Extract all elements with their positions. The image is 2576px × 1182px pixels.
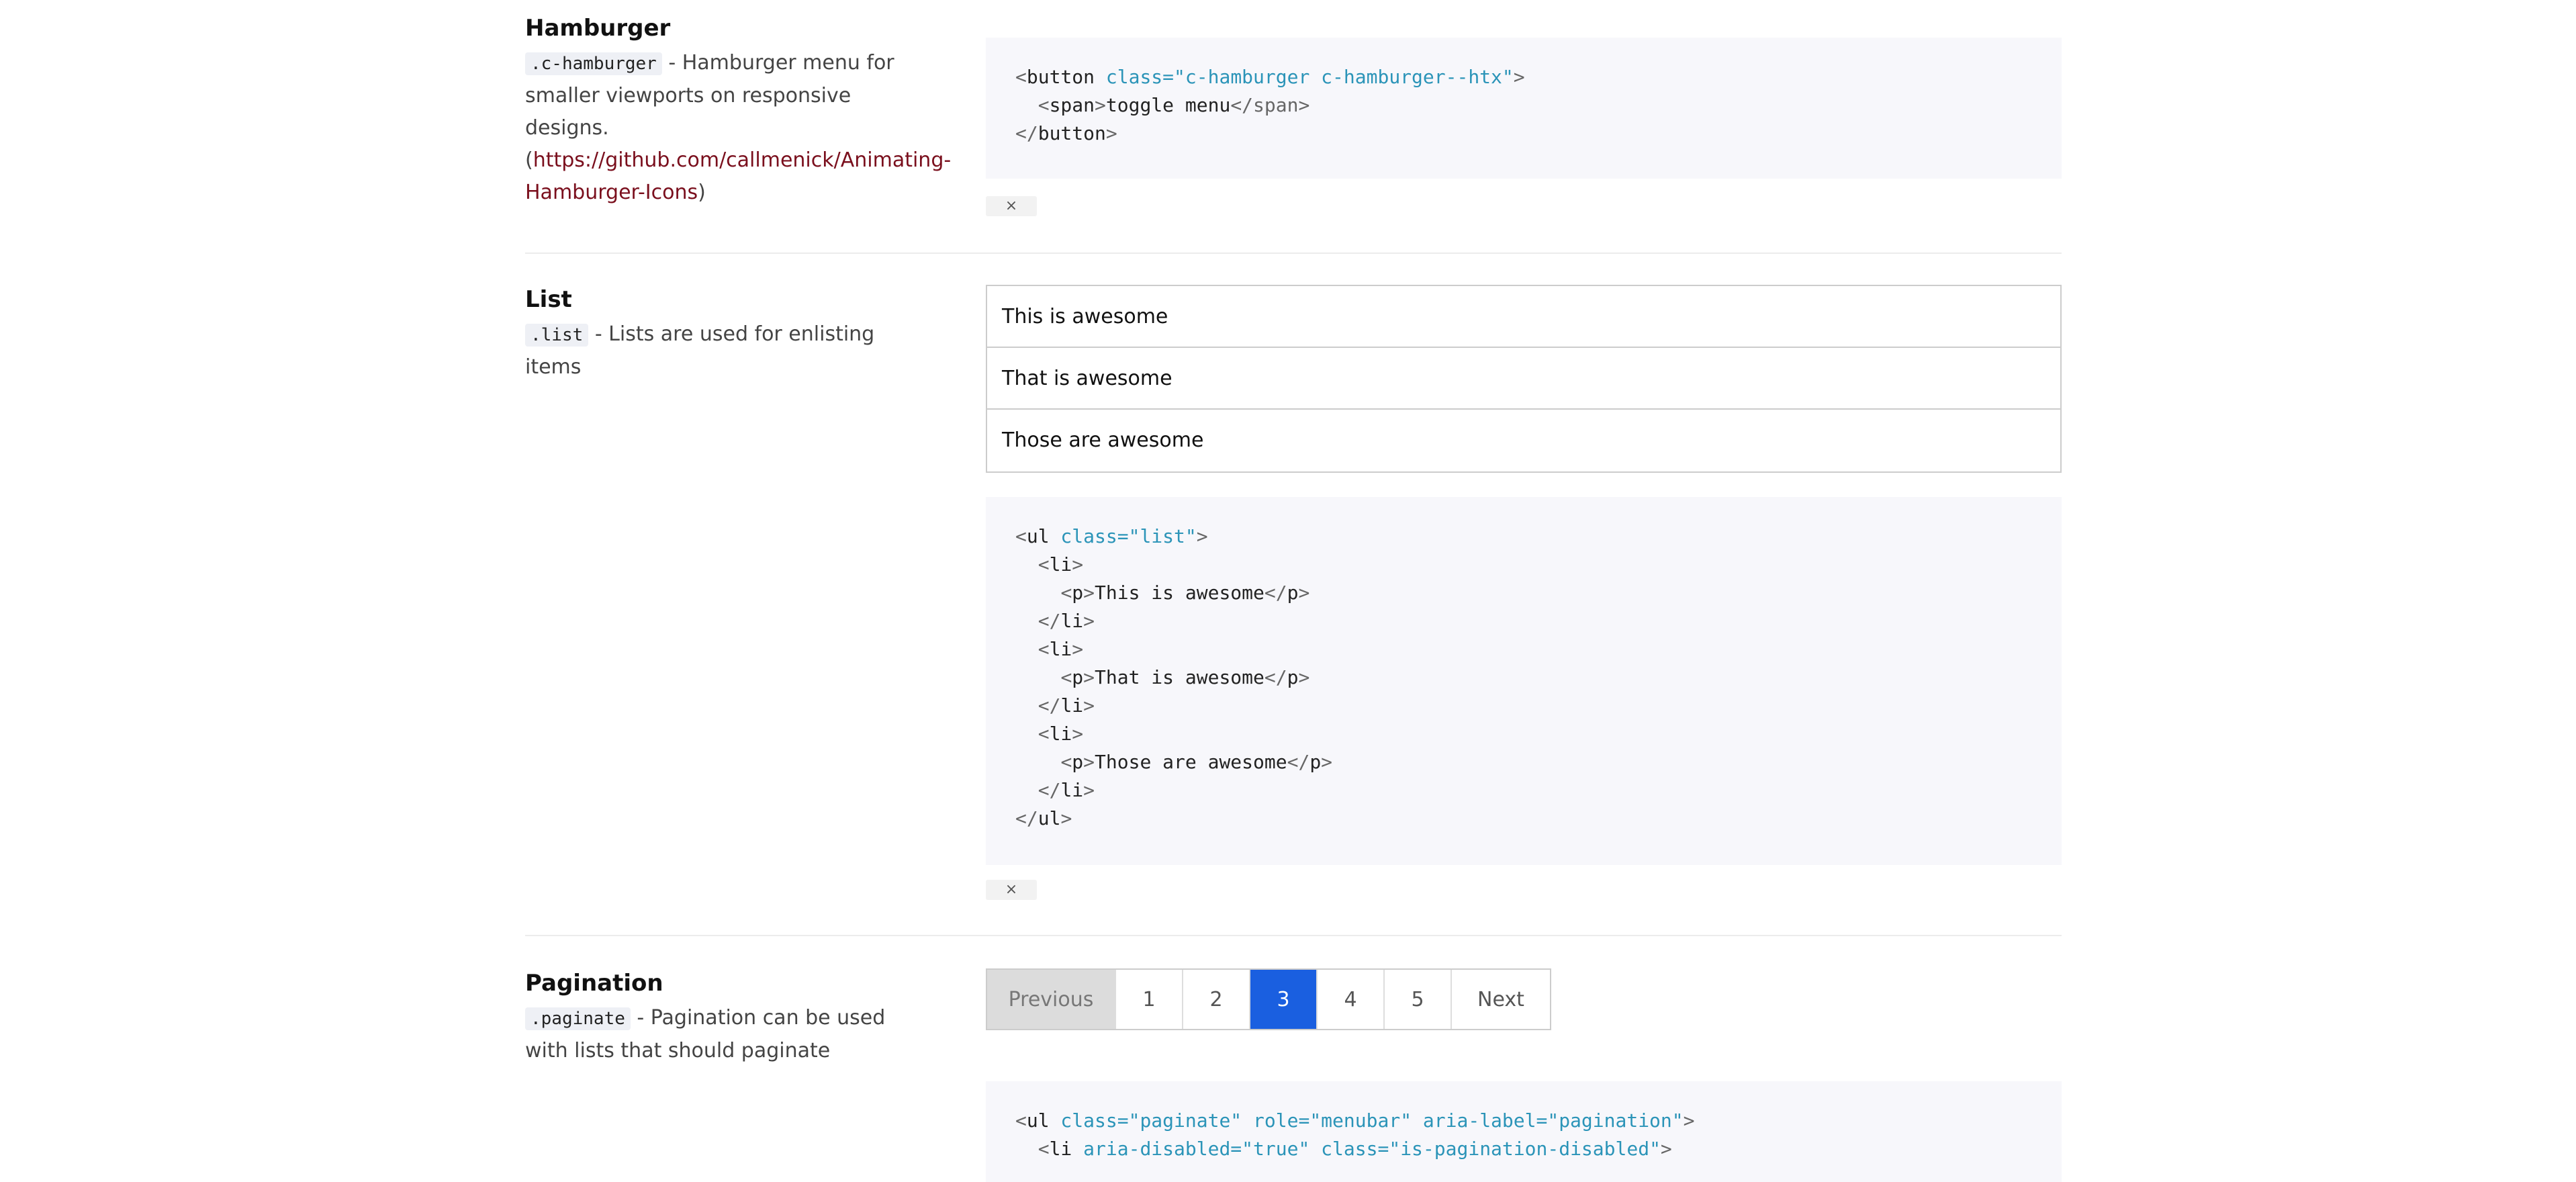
pagination-next-button[interactable]: Next [1452,970,1550,1029]
list-demo: This is awesome That is awesome Those ar… [986,285,2062,473]
list-description: List .list - Lists are used for enlistin… [525,285,921,383]
page: Hamburger .c-hamburger - Hamburger menu … [0,0,2576,1182]
hamburger-desc-2: ) [698,181,706,204]
list-item: This is awesome [987,286,2060,348]
divider-1 [525,253,2062,254]
list-code-block: <ul class="list"> <li> <p>This is awesom… [986,497,2062,865]
hamburger-text: .c-hamburger - Hamburger menu for smalle… [525,47,951,209]
pagination-demo: Previous 1 2 3 4 5 Next [986,968,1551,1030]
pagination-page-4[interactable]: 4 [1318,970,1385,1029]
pagination-previous-button[interactable]: Previous [987,970,1116,1029]
hamburger-class-pill: .c-hamburger [525,52,662,75]
list-close-button[interactable]: × [986,880,1037,900]
pagination-page-5[interactable]: 5 [1385,970,1452,1029]
list-class-pill: .list [525,324,589,347]
divider-2 [525,935,2062,936]
pagination-page-3-active[interactable]: 3 [1250,970,1318,1029]
pagination-text: .paginate - Pagination can be used with … [525,1002,921,1067]
pagination-page-2[interactable]: 2 [1183,970,1250,1029]
hamburger-github-link[interactable]: https://github.com/callmenick/Animating-… [525,148,951,204]
list-item: That is awesome [987,348,2060,410]
hamburger-title: Hamburger [525,15,671,42]
hamburger-description: Hamburger .c-hamburger - Hamburger menu … [525,13,951,209]
pagination-description: Pagination .paginate - Pagination can be… [525,968,921,1067]
hamburger-code-block: <button class="c-hamburger c-hamburger--… [986,38,2062,179]
pagination-page-1[interactable]: 1 [1116,970,1183,1029]
pagination-class-pill: .paginate [525,1007,631,1030]
list-title: List [525,286,572,313]
hamburger-close-button[interactable]: × [986,196,1037,216]
list-item: Those are awesome [1002,428,1204,452]
pagination-title: Pagination [525,970,663,997]
pagination-code-block: <ul class="paginate" role="menubar" aria… [986,1081,2062,1182]
list-text: .list - Lists are used for enlisting ite… [525,318,921,383]
